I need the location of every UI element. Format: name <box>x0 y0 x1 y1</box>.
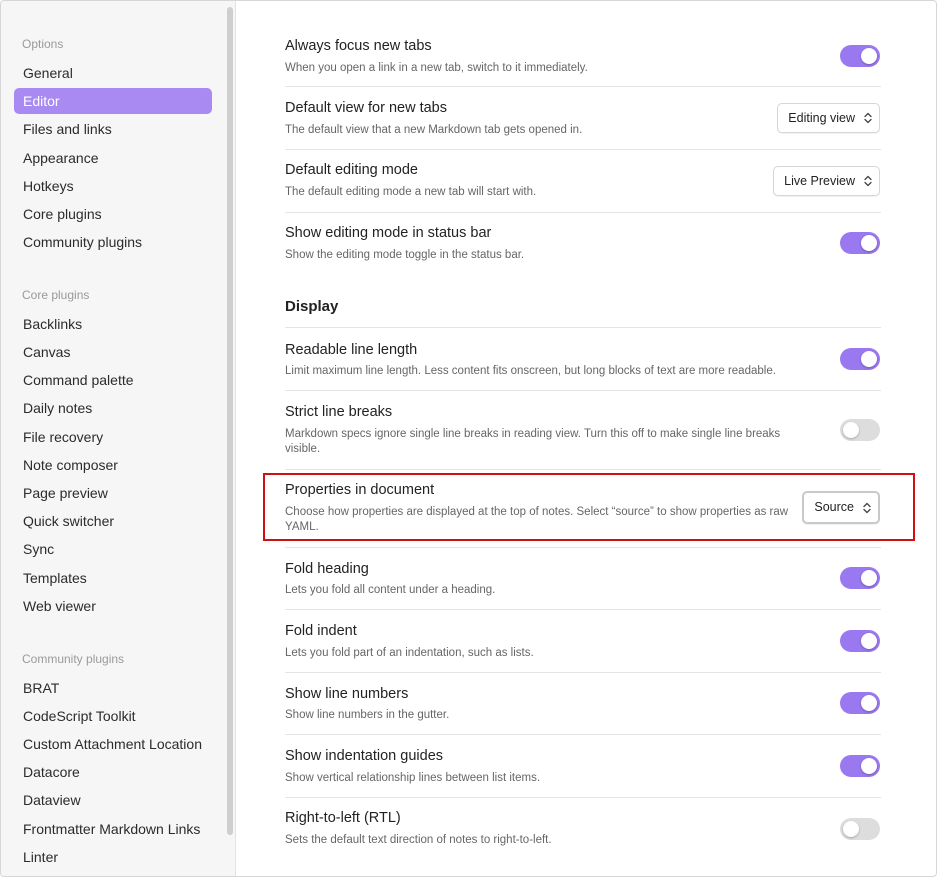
toggle-knob <box>861 48 877 64</box>
sidebar-item-canvas[interactable]: Canvas <box>14 339 212 365</box>
default-editing-mode-dropdown[interactable]: Live Preview <box>773 166 880 196</box>
setting-description: Show the editing mode toggle in the stat… <box>285 249 525 261</box>
sidebar-item-core-plugins[interactable]: Core plugins <box>14 201 212 227</box>
setting-title: Always focus new tabs <box>285 38 432 54</box>
sidebar-scrollbar[interactable] <box>227 7 233 835</box>
dropdown-value: Live Preview <box>784 174 855 188</box>
chevron-up-down-icon <box>864 112 872 124</box>
setting-readable-line-length: Readable line length Limit maximum line … <box>285 328 881 391</box>
show-indentation-guides-toggle[interactable] <box>840 755 880 777</box>
setting-show-indentation-guides: Show indentation guides Show vertical re… <box>285 735 881 798</box>
setting-description: Show line numbers in the gutter. <box>285 709 450 721</box>
fold-indent-toggle[interactable] <box>840 630 880 652</box>
setting-right-to-left: Right-to-left (RTL) Sets the default tex… <box>285 798 881 860</box>
show-editing-mode-toggle[interactable] <box>840 232 880 254</box>
setting-default-view: Default view for new tabs The default vi… <box>285 87 881 150</box>
setting-description: Lets you fold part of an indentation, su… <box>285 647 534 659</box>
sidebar-item-command-palette[interactable]: Command palette <box>14 367 212 393</box>
fold-heading-toggle[interactable] <box>840 567 880 589</box>
setting-title: Default view for new tabs <box>285 100 447 116</box>
settings-sidebar: Options General Editor Files and links A… <box>1 1 236 876</box>
highlight-box <box>263 473 915 541</box>
chevron-up-down-icon <box>864 175 872 187</box>
toggle-knob <box>861 351 877 367</box>
sidebar-item-brat[interactable]: BRAT <box>14 675 212 701</box>
sidebar-item-custom-attachment-location[interactable]: Custom Attachment Location <box>14 731 212 757</box>
setting-title: Fold indent <box>285 623 357 639</box>
strict-line-breaks-toggle[interactable] <box>840 419 880 441</box>
setting-default-editing-mode: Default editing mode The default editing… <box>285 150 881 213</box>
readable-line-length-toggle[interactable] <box>840 348 880 370</box>
toggle-knob <box>861 633 877 649</box>
toggle-knob <box>843 821 859 837</box>
setting-title: Fold heading <box>285 561 369 577</box>
setting-title: Show editing mode in status bar <box>285 225 492 241</box>
sidebar-item-appearance[interactable]: Appearance <box>14 145 212 171</box>
sidebar-item-quick-switcher[interactable]: Quick switcher <box>14 508 212 534</box>
toggle-knob <box>861 695 877 711</box>
toggle-knob <box>861 758 877 774</box>
sidebar-heading-options: Options <box>22 37 64 51</box>
sidebar-item-editor[interactable]: Editor <box>14 88 212 114</box>
setting-description: The default editing mode a new tab will … <box>285 186 537 198</box>
setting-fold-heading: Fold heading Lets you fold all content u… <box>285 548 881 610</box>
section-title-display: Display <box>285 298 339 315</box>
sidebar-item-files-and-links[interactable]: Files and links <box>14 116 212 142</box>
sidebar-item-file-recovery[interactable]: File recovery <box>14 424 212 450</box>
setting-strict-line-breaks: Strict line breaks Markdown specs ignore… <box>285 391 881 470</box>
sidebar-item-codescript-toolkit[interactable]: CodeScript Toolkit <box>14 703 212 729</box>
setting-title: Default editing mode <box>285 162 418 178</box>
editor-settings-panel: Always focus new tabs When you open a li… <box>237 1 936 876</box>
default-view-dropdown[interactable]: Editing view <box>777 103 880 133</box>
setting-fold-indent: Fold indent Lets you fold part of an ind… <box>285 610 881 673</box>
sidebar-item-hotkeys[interactable]: Hotkeys <box>14 173 212 199</box>
sidebar-item-dataview[interactable]: Dataview <box>14 787 212 813</box>
setting-description: The default view that a new Markdown tab… <box>285 124 583 136</box>
sidebar-item-daily-notes[interactable]: Daily notes <box>14 395 212 421</box>
toggle-knob <box>861 570 877 586</box>
setting-title: Readable line length <box>285 342 418 358</box>
setting-title: Show line numbers <box>285 686 409 702</box>
setting-always-focus-new-tabs: Always focus new tabs When you open a li… <box>285 25 881 87</box>
setting-title: Right-to-left (RTL) <box>285 810 401 826</box>
settings-window: Options General Editor Files and links A… <box>0 0 937 877</box>
rtl-toggle[interactable] <box>840 818 880 840</box>
sidebar-item-templates[interactable]: Templates <box>14 565 212 591</box>
dropdown-value: Editing view <box>788 111 855 125</box>
setting-title: Strict line breaks <box>285 404 393 420</box>
sidebar-item-note-composer[interactable]: Note composer <box>14 452 212 478</box>
sidebar-item-general[interactable]: General <box>14 60 212 86</box>
setting-description: Show vertical relationship lines between… <box>285 772 541 784</box>
sidebar-heading-community-plugins: Community plugins <box>22 652 125 666</box>
show-line-numbers-toggle[interactable] <box>840 692 880 714</box>
sidebar-item-community-plugins[interactable]: Community plugins <box>14 229 212 255</box>
setting-title: Show indentation guides <box>285 748 444 764</box>
setting-show-line-numbers: Show line numbers Show line numbers in t… <box>285 673 881 735</box>
sidebar-item-sync[interactable]: Sync <box>14 536 212 562</box>
sidebar-heading-core-plugins: Core plugins <box>22 288 90 302</box>
sidebar-item-frontmatter-markdown-links[interactable]: Frontmatter Markdown Links <box>14 816 212 842</box>
setting-description: When you open a link in a new tab, switc… <box>285 62 588 74</box>
sidebar-item-datacore[interactable]: Datacore <box>14 759 212 785</box>
setting-show-editing-mode: Show editing mode in status bar Show the… <box>285 213 881 273</box>
toggle-knob <box>861 235 877 251</box>
setting-description: Limit maximum line length. Less content … <box>285 365 776 377</box>
sidebar-item-linter[interactable]: Linter <box>14 844 212 870</box>
sidebar-item-page-preview[interactable]: Page preview <box>14 480 212 506</box>
toggle-knob <box>843 422 859 438</box>
setting-description: Markdown specs ignore single line breaks… <box>285 428 781 455</box>
always-focus-toggle[interactable] <box>840 45 880 67</box>
setting-description: Sets the default text direction of notes… <box>285 834 552 846</box>
sidebar-item-web-viewer[interactable]: Web viewer <box>14 593 212 619</box>
setting-description: Lets you fold all content under a headin… <box>285 584 496 596</box>
sidebar-item-backlinks[interactable]: Backlinks <box>14 311 212 337</box>
